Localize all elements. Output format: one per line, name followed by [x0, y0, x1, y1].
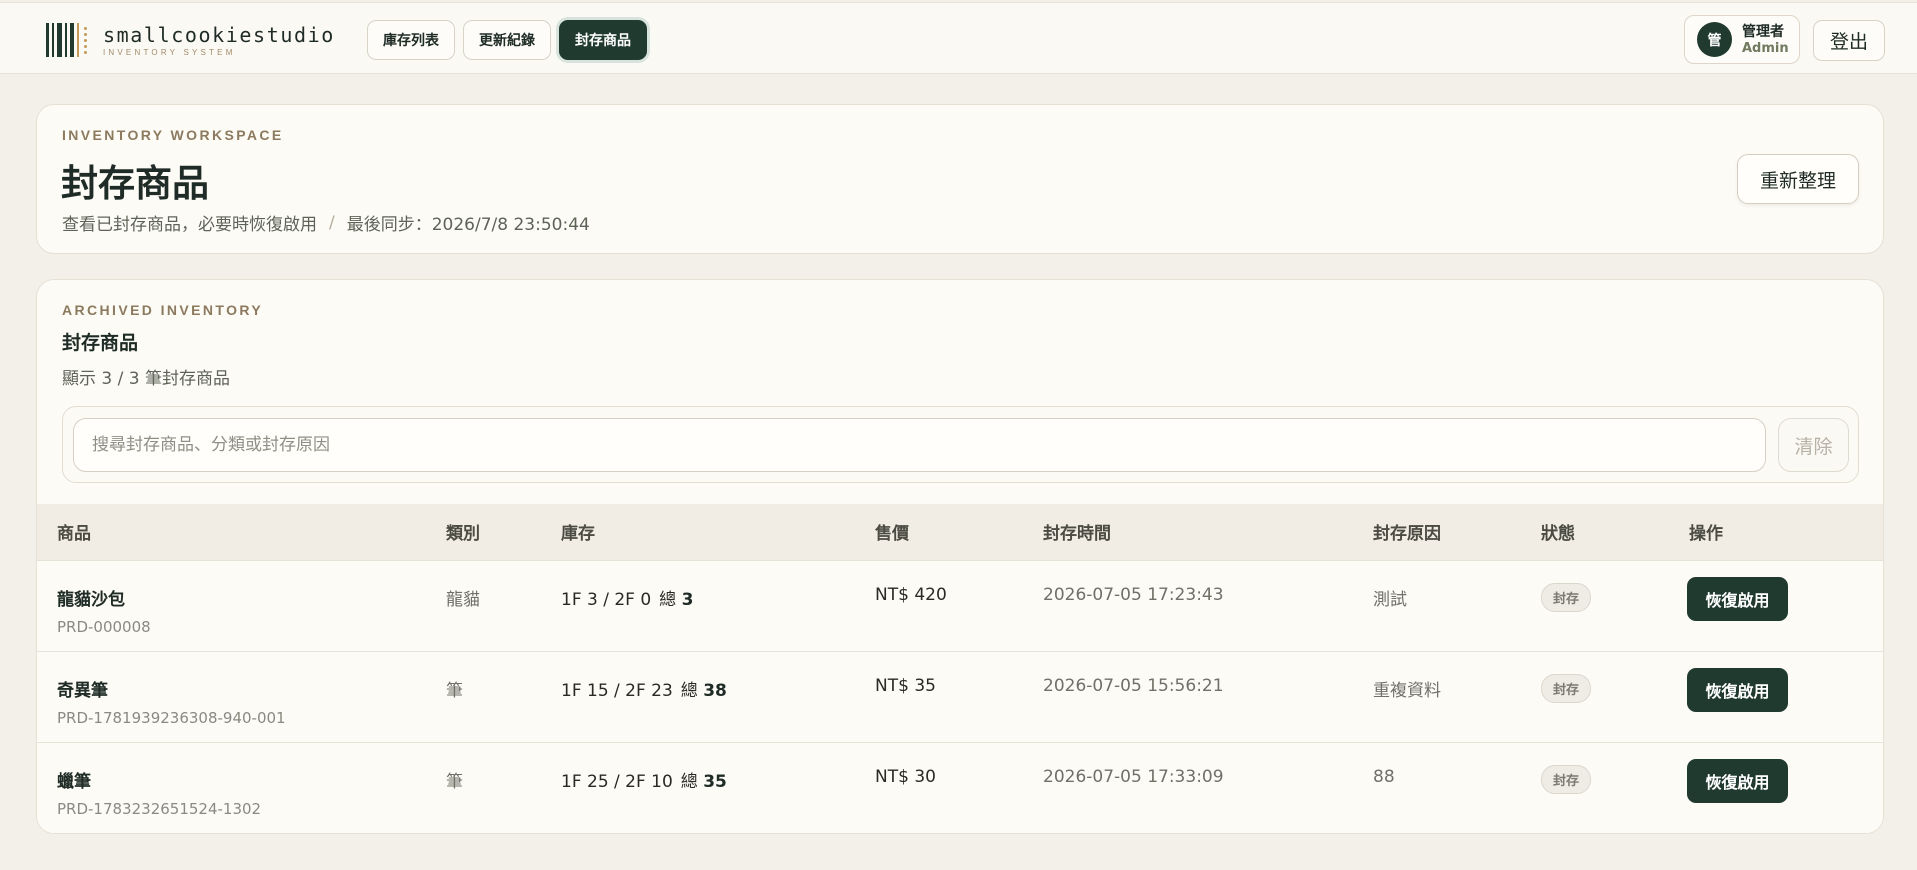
stock-total-label: 總	[680, 771, 698, 792]
user-menu[interactable]: 管 管理者 Admin	[1684, 15, 1800, 64]
top-bar: smallcookiestudio INVENTORY SYSTEM 庫存列表 …	[0, 2, 1917, 74]
restore-button[interactable]: 恢復啟用	[1687, 667, 1788, 712]
table-row: 奇異筆 PRD-1781939236308-940-001 筆 1F 15 / …	[37, 651, 1883, 742]
user-role: 管理者	[1742, 23, 1784, 40]
column-header-reason: 封存原因	[1373, 524, 1441, 545]
status-badge: 封存	[1541, 673, 1592, 703]
column-header-product: 商品	[57, 524, 91, 545]
page-eyebrow: INVENTORY WORKSPACE	[62, 127, 284, 143]
brand-subtitle: INVENTORY SYSTEM	[103, 47, 236, 57]
page-subtitle: 查看已封存商品，必要時恢復啟用 / 最後同步：2026/7/8 23:50:44	[62, 210, 590, 236]
product-code: PRD-1783232651524-1302	[57, 799, 262, 818]
search-bar: 清除	[62, 406, 1859, 483]
column-header-status: 狀態	[1541, 524, 1575, 545]
product-category: 筆	[446, 771, 463, 792]
archived-inventory-card: ARCHIVED INVENTORY 封存商品 顯示 3 / 3 筆封存商品 清…	[36, 279, 1884, 834]
brand-name: smallcookiestudio	[103, 22, 335, 47]
stock-total: 38	[703, 680, 727, 701]
last-sync-text: 最後同步：2026/7/8 23:50:44	[346, 215, 590, 235]
product-category: 龍貓	[446, 589, 480, 610]
nav-update-log[interactable]: 更新紀錄	[463, 20, 551, 60]
brand-logo[interactable]: smallcookiestudio INVENTORY SYSTEM	[46, 21, 335, 59]
page-header-card: INVENTORY WORKSPACE 封存商品 查看已封存商品，必要時恢復啟用…	[36, 104, 1884, 254]
section-title: 封存商品	[62, 332, 139, 354]
product-name: 龍貓沙包	[57, 589, 125, 610]
product-price: NT$ 30	[875, 766, 936, 787]
column-header-price: 售價	[875, 524, 909, 545]
page-title: 封存商品	[61, 162, 209, 205]
stock-total: 35	[703, 771, 727, 792]
archived-table: 商品 類別 庫存 售價 封存時間 封存原因 狀態 操作 龍貓沙包 PRD-000…	[37, 504, 1883, 833]
column-header-actions: 操作	[1689, 524, 1723, 545]
archived-time: 2026-07-05 17:33:09	[1043, 766, 1224, 787]
nav-inventory-list[interactable]: 庫存列表	[367, 20, 455, 60]
archived-time: 2026-07-05 17:23:43	[1043, 584, 1224, 605]
column-header-category: 類別	[446, 524, 480, 545]
product-name: 蠟筆	[57, 771, 91, 792]
product-price: NT$ 420	[875, 584, 947, 605]
column-header-stock: 庫存	[561, 524, 595, 545]
restore-button[interactable]: 恢復啟用	[1687, 576, 1788, 621]
product-code: PRD-000008	[57, 617, 151, 636]
status-badge: 封存	[1541, 582, 1592, 612]
product-category: 筆	[446, 680, 463, 701]
page-description: 查看已封存商品，必要時恢復啟用	[62, 215, 317, 235]
table-header-row: 商品 類別 庫存 售價 封存時間 封存原因 狀態 操作	[37, 504, 1883, 560]
status-badge: 封存	[1541, 764, 1592, 794]
product-stock: 1F 15 / 2F 23 總 38	[561, 651, 875, 742]
clear-search-button[interactable]: 清除	[1778, 418, 1849, 472]
table-row: 蠟筆 PRD-1783232651524-1302 筆 1F 25 / 2F 1…	[37, 742, 1883, 833]
result-count: 顯示 3 / 3 筆封存商品	[62, 369, 230, 389]
section-eyebrow: ARCHIVED INVENTORY	[62, 302, 264, 318]
stock-total-label: 總	[680, 680, 698, 701]
stock-total: 3	[681, 589, 694, 610]
table-row: 龍貓沙包 PRD-000008 龍貓 1F 3 / 2F 0 總 3 NT$ 42…	[37, 560, 1883, 651]
search-input[interactable]	[73, 418, 1766, 472]
nav-archived-products[interactable]: 封存商品	[559, 20, 647, 60]
stock-by-floor: 1F 3 / 2F 0	[561, 589, 652, 610]
refresh-button[interactable]: 重新整理	[1737, 154, 1859, 204]
product-name: 奇異筆	[57, 680, 108, 701]
user-name: Admin	[1742, 40, 1789, 56]
subtitle-separator: /	[329, 212, 335, 233]
archived-time: 2026-07-05 15:56:21	[1043, 675, 1224, 696]
column-header-archived-at: 封存時間	[1043, 524, 1111, 545]
barcode-logo-icon	[46, 23, 87, 57]
archive-reason: 88	[1373, 766, 1395, 787]
product-price: NT$ 35	[875, 675, 936, 696]
product-stock: 1F 25 / 2F 10 總 35	[561, 742, 875, 833]
archive-reason: 重複資料	[1373, 680, 1441, 701]
main-nav: 庫存列表 更新紀錄 封存商品	[367, 20, 647, 60]
product-stock: 1F 3 / 2F 0 總 3	[561, 560, 875, 651]
logout-button[interactable]: 登出	[1813, 20, 1885, 61]
stock-by-floor: 1F 25 / 2F 10	[561, 771, 673, 792]
stock-by-floor: 1F 15 / 2F 23	[561, 680, 673, 701]
stock-total-label: 總	[659, 589, 677, 610]
product-code: PRD-1781939236308-940-001	[57, 708, 286, 727]
avatar: 管	[1697, 22, 1732, 57]
archive-reason: 測試	[1373, 589, 1407, 610]
restore-button[interactable]: 恢復啟用	[1687, 758, 1788, 803]
